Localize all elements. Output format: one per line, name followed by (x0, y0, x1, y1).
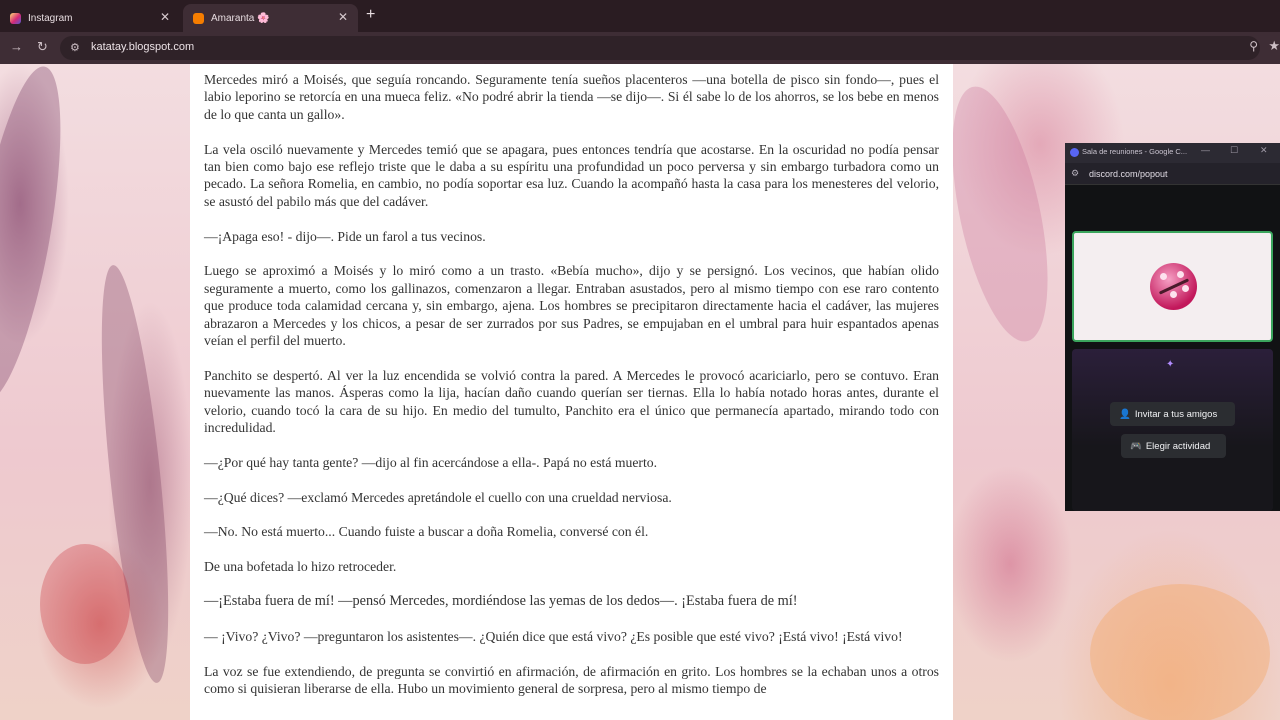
post-paragraph: —No. No está muerto... Cuando fuiste a b… (204, 524, 649, 540)
tab-title: Instagram (28, 12, 73, 24)
new-tab-icon[interactable]: + (366, 6, 375, 24)
address-toolbar: → ↻ ⚙ katatay.blogspot.com ⚲ ★ (0, 32, 1280, 64)
post-paragraph: Panchito se despertó. Al ver la luz ence… (204, 367, 939, 436)
post-paragraph: Mercedes miró a Moisés, que seguía ronca… (204, 72, 939, 122)
zoom-icon[interactable]: ⚲ (1249, 39, 1258, 53)
post-paragraph: —¿Por qué hay tanta gente? —dijo al fin … (204, 454, 658, 470)
participant-tile[interactable] (1072, 231, 1273, 342)
invite-friends-button[interactable]: 👤 Invitar a tus amigos (1110, 402, 1235, 426)
minimize-icon[interactable]: — (1201, 145, 1210, 155)
post-paragraph: De una bofetada lo hizo retroceder. (204, 559, 397, 575)
invite-friends-label: Invitar a tus amigos (1134, 408, 1218, 420)
popout-address-bar: ⚙ discord.com/popout (1065, 163, 1280, 185)
post-paragraph: La vela osciló nuevamente y Mercedes tem… (204, 141, 939, 209)
post-paragraph: — ¡Vivo? ¿Vivo? —preguntaron los asisten… (204, 628, 903, 644)
paint-stroke (1090, 584, 1270, 720)
post-paragraph: Luego se aproximó a Moisés y lo miró com… (204, 263, 939, 349)
tab-title: Amaranta 🌸 (211, 12, 270, 24)
avatar (1150, 263, 1197, 310)
maximize-icon[interactable]: ☐ (1230, 145, 1238, 156)
post-paragraph: —¡Apaga eso! - dijo—. Pide un farol a tu… (204, 228, 486, 244)
close-icon[interactable]: ✕ (160, 10, 170, 24)
popout-title-bar: Sala de reuniones - Google C... — ☐ ✕ (1065, 143, 1280, 163)
address-bar[interactable]: ⚙ katatay.blogspot.com (60, 36, 1260, 60)
tab-strip: Instagram ✕ Amaranta 🌸 ✕ + (0, 0, 1280, 32)
popout-window-title: Sala de reuniones - Google C... (1082, 147, 1188, 156)
post-paragraph: La voz se fue extendiendo, de pregunta s… (204, 663, 939, 697)
paint-stroke (933, 78, 1067, 350)
discord-popout-window: Sala de reuniones - Google C... — ☐ ✕ ⚙ … (1065, 143, 1280, 511)
forward-icon[interactable]: → (10, 39, 23, 54)
voice-call-area: ✦ 👤 Invitar a tus amigos 🎮 Elegir activi… (1065, 186, 1280, 511)
reload-icon[interactable]: ↻ (37, 39, 48, 55)
tab-amaranta[interactable]: Amaranta 🌸 ✕ (183, 4, 358, 32)
choose-activity-label: Elegir actividad (1145, 440, 1211, 452)
choose-activity-button[interactable]: 🎮 Elegir actividad (1121, 434, 1226, 458)
add-user-icon: 👤 (1119, 408, 1131, 420)
site-settings-icon[interactable]: ⚙ (70, 41, 80, 54)
sparkle-icon: ✦ (1166, 359, 1175, 370)
post-paragraph: —¡Estaba fuera de mí! —pensó Mercedes, m… (204, 593, 798, 610)
site-settings-icon[interactable]: ⚙ (1071, 168, 1079, 179)
instagram-icon (10, 12, 21, 24)
close-icon[interactable]: ✕ (338, 10, 348, 24)
blog-post-body: Mercedes miró a Moisés, que seguía ronca… (190, 64, 953, 720)
blogger-icon (193, 12, 204, 24)
gamepad-icon: 🎮 (1130, 440, 1142, 452)
paint-stroke (40, 544, 130, 664)
discord-icon (1070, 148, 1079, 157)
activity-panel: ✦ 👤 Invitar a tus amigos 🎮 Elegir activi… (1072, 349, 1273, 511)
close-icon[interactable]: ✕ (1260, 145, 1268, 156)
tab-instagram[interactable]: Instagram ✕ (0, 4, 180, 32)
paint-stroke (0, 64, 79, 408)
popout-url: discord.com/popout (1089, 169, 1168, 179)
url-text: katatay.blogspot.com (91, 41, 195, 53)
bookmark-star-icon[interactable]: ★ (1268, 38, 1280, 54)
post-paragraph: —¿Qué dices? —exclamó Mercedes apretándo… (204, 489, 672, 505)
